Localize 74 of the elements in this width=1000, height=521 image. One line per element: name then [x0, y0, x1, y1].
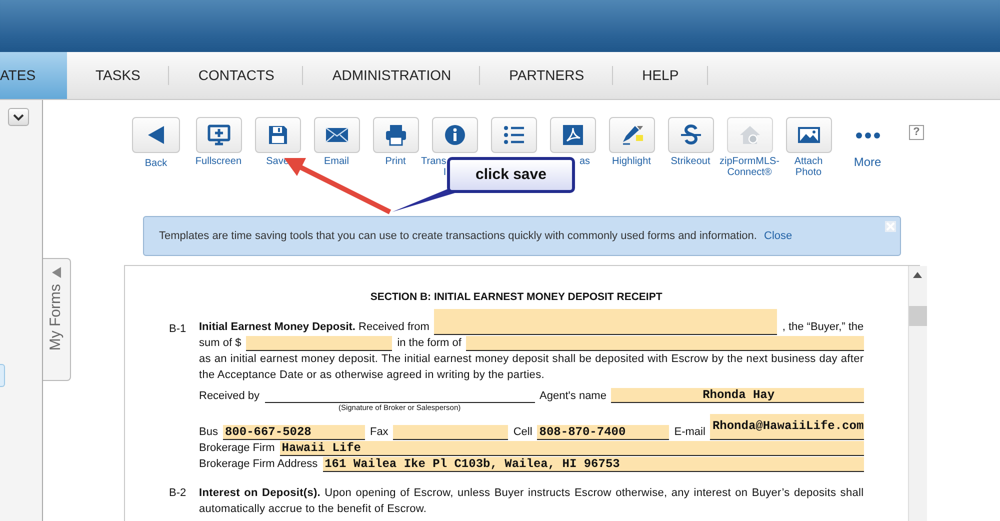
form-field[interactable]: Hawaii Life	[280, 440, 864, 456]
nav-tab[interactable]: ATES	[0, 52, 67, 99]
help-button[interactable]: ?	[909, 125, 924, 140]
form-label: in the form of	[397, 336, 462, 351]
toolbar-button[interactable]	[668, 117, 714, 153]
form-label: sum of $	[199, 336, 242, 351]
form-field[interactable]: 808-870-7400	[537, 424, 670, 440]
toolbar-button[interactable]	[432, 117, 478, 153]
form-label: Brokerage Firm Address	[199, 456, 318, 472]
button-label: Attach Photo	[794, 156, 823, 178]
form-label: Fax	[370, 424, 388, 440]
button-label: More	[854, 156, 882, 169]
toolbar-button[interactable]	[786, 117, 832, 153]
list-icon	[502, 123, 526, 147]
button-label: Trans I	[421, 156, 446, 178]
my-forms-tab[interactable]: My Forms	[43, 258, 71, 381]
form-label: Bus	[199, 424, 218, 440]
alert-message: Templates are time saving tools that you can use to create transactions quickly with commonly used forms and information. Close	[159, 228, 792, 244]
nav-tab[interactable]: PARTNERS	[480, 52, 614, 99]
toolbar-button[interactable]	[254, 117, 300, 153]
document-icon	[560, 123, 584, 147]
info-icon	[442, 123, 466, 147]
scrollbar[interactable]	[908, 266, 927, 521]
scroll-thumb[interactable]	[908, 306, 927, 326]
chevron-down-icon	[13, 114, 24, 120]
toolbar-button[interactable]	[372, 117, 418, 153]
close-link[interactable]: Close	[764, 230, 792, 242]
button-label: Strikeout	[670, 156, 710, 167]
house-icon	[738, 123, 762, 147]
form-label: , the “Buyer,” the	[782, 320, 864, 335]
section-title: SECTION B: INITIAL EARNEST MONEY DEPOSIT RECEIPT	[369, 290, 664, 305]
button-label: Back	[144, 158, 168, 169]
button-label: Print	[385, 156, 406, 167]
toolbar-button[interactable]	[314, 117, 360, 153]
form-label: Received by	[199, 388, 260, 404]
toolbar-button[interactable]	[132, 117, 180, 153]
form-label: E-mail	[674, 424, 706, 440]
form-field[interactable]: Rhonda@HawaiiLife.com	[710, 414, 864, 440]
form-field[interactable]: 800-667-5028	[222, 424, 365, 440]
form-field[interactable]: Rhonda Hay	[611, 388, 864, 403]
toolbar-button[interactable]	[608, 117, 654, 153]
toolbar-button[interactable]	[490, 117, 536, 153]
monitor-plus-icon	[206, 123, 230, 147]
button-label: Fullscreen	[195, 156, 242, 167]
form-label: Brokerage Firm	[199, 440, 275, 456]
form-label: Agent's name	[540, 388, 606, 404]
form-label: Cell	[513, 424, 532, 440]
toolbar-button[interactable]	[196, 117, 242, 153]
form-label: Initial Earnest Money Deposit. Received from	[199, 320, 430, 335]
nav-tab[interactable]: ADMINISTRATION	[303, 52, 480, 99]
section-number: B-1	[169, 322, 188, 337]
paragraph: as an initial earnest money deposit. The initial earnest money deposit shall be deposited with Escrow by the next business day after the Acceptance Date or as otherwise agreed in writing by the parties.	[199, 352, 864, 383]
dropdown-button[interactable]	[8, 108, 29, 126]
paragraph: Interest on Deposit(s). Upon opening of Escrow, unless Buyer instructs Escrow otherwise, any interest on Buyer’s deposits shall automatically accrue to the benefit of Escrow.	[199, 486, 864, 517]
nav-tab[interactable]: HELP	[613, 52, 708, 99]
nav-tab[interactable]: CONTACTS	[169, 52, 304, 99]
button-label: as	[579, 156, 590, 167]
form-field[interactable]	[434, 308, 778, 335]
button-label: Highlight	[612, 156, 651, 167]
form-field[interactable]	[466, 336, 864, 351]
form-field[interactable]	[393, 424, 508, 440]
toolbar-button[interactable]	[550, 117, 596, 153]
scroll-up-icon[interactable]	[913, 272, 922, 278]
callout: click save	[447, 157, 575, 193]
collapse-arrow-icon	[52, 267, 61, 278]
button-label: zipFormMLS- Connect®	[720, 156, 780, 178]
form-field[interactable]: 161 Wailea Ike Pl C103b, Wailea, HI 96753	[322, 456, 864, 472]
more-icon	[854, 132, 882, 138]
printer-icon	[384, 123, 408, 147]
section-number: B-2	[169, 486, 188, 501]
button-label: Email	[324, 156, 349, 167]
strikeout-icon	[678, 123, 702, 147]
form-field[interactable]	[246, 336, 392, 351]
nav-tab[interactable]: TASKS	[66, 52, 170, 99]
